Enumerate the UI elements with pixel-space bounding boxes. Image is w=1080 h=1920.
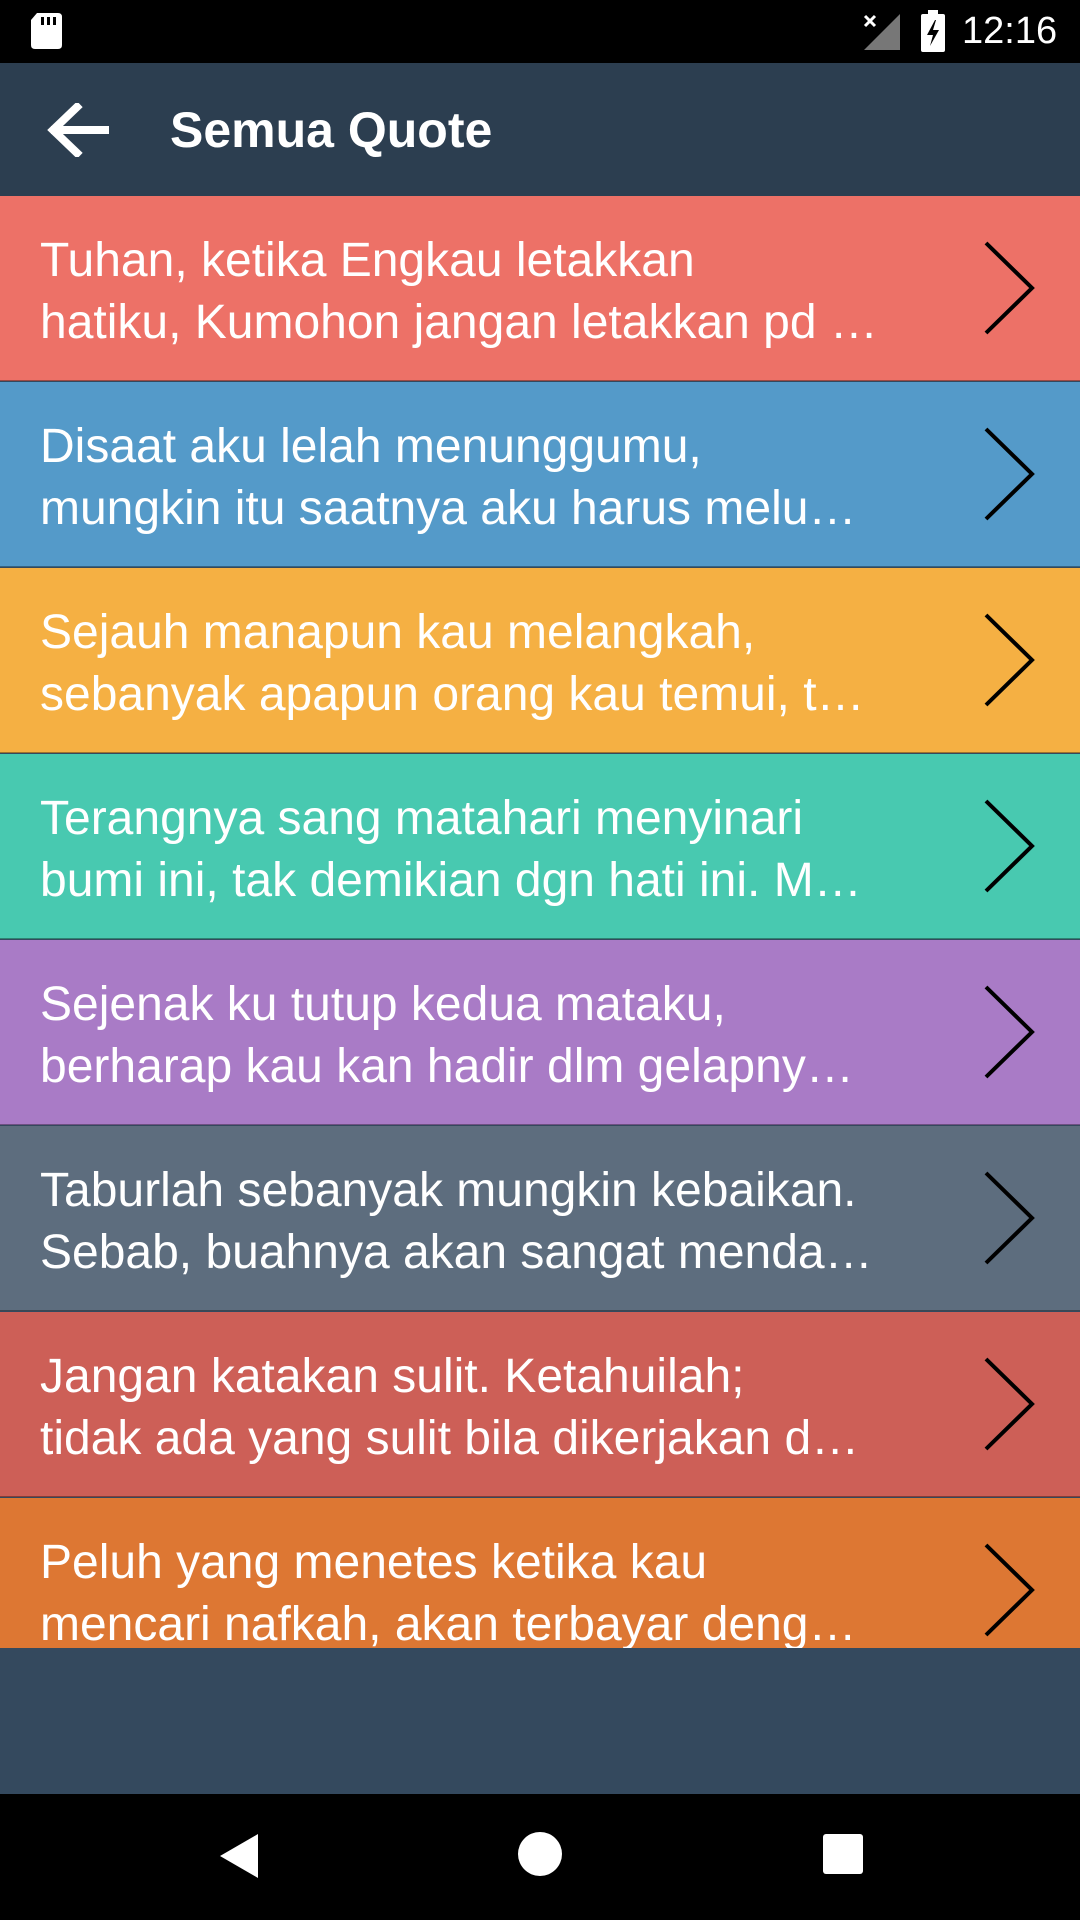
quote-item[interactable]: Peluh yang menetes ketika kau mencari na… xyxy=(0,1498,1080,1648)
quote-list: Tuhan, ketika Engkau letakkan hatiku, Ku… xyxy=(0,196,1080,1648)
quote-line: Jangan katakan sulit. Ketahuilah; xyxy=(40,1350,745,1403)
chevron-right-icon xyxy=(984,1171,1035,1265)
quote-text: Tuhan, ketika Engkau letakkan hatiku, Ku… xyxy=(40,230,940,354)
quote-line: Sebab, buahnya akan sangat menda… xyxy=(40,1226,873,1279)
quote-line: berharap kau kan hadir dlm gelapny… xyxy=(40,1040,854,1093)
status-bar: 12:16 xyxy=(0,0,1080,63)
chevron-right-icon xyxy=(984,427,1035,521)
quote-text: Sejenak ku tutup kedua mataku, berharap … xyxy=(40,974,940,1098)
quote-item[interactable]: Taburlah sebanyak mungkin kebaikan. Seba… xyxy=(0,1126,1080,1311)
arrow-left-icon xyxy=(47,103,109,157)
nav-recent-apps-icon[interactable] xyxy=(823,1834,863,1874)
back-button[interactable] xyxy=(36,88,120,172)
quote-line: Tuhan, ketika Engkau letakkan xyxy=(40,234,695,287)
chevron-right-icon xyxy=(984,241,1035,335)
quote-line: bumi ini, tak demikian dgn hati ini. M… xyxy=(40,854,862,907)
quote-item[interactable]: Sejenak ku tutup kedua mataku, berharap … xyxy=(0,940,1080,1125)
quote-line: tidak ada yang sulit bila dikerjakan d… xyxy=(40,1412,860,1465)
quote-text: Taburlah sebanyak mungkin kebaikan. Seba… xyxy=(40,1160,940,1284)
app-bar: Semua Quote xyxy=(0,63,1080,196)
chevron-right-icon xyxy=(984,799,1035,893)
quote-item[interactable]: Tuhan, ketika Engkau letakkan hatiku, Ku… xyxy=(0,196,1080,381)
quote-text: Sejauh manapun kau melangkah, sebanyak a… xyxy=(40,602,940,726)
quote-text: Peluh yang menetes ketika kau mencari na… xyxy=(40,1532,940,1648)
quote-text: Jangan katakan sulit. Ketahuilah; tidak … xyxy=(40,1346,940,1470)
chevron-right-icon xyxy=(984,985,1035,1079)
quote-line: sebanyak apapun orang kau temui, t… xyxy=(40,668,865,721)
chevron-right-icon xyxy=(984,1543,1035,1637)
quote-item[interactable]: Sejauh manapun kau melangkah, sebanyak a… xyxy=(0,568,1080,753)
navigation-bar xyxy=(0,1794,1080,1920)
quote-line: Peluh yang menetes ketika kau xyxy=(40,1536,708,1589)
quote-item[interactable]: Jangan katakan sulit. Ketahuilah; tidak … xyxy=(0,1312,1080,1497)
quote-line: mungkin itu saatnya aku harus melu… xyxy=(40,482,857,535)
quote-item[interactable]: Terangnya sang matahari menyinari bumi i… xyxy=(0,754,1080,939)
quote-line: Sejenak ku tutup kedua mataku, xyxy=(40,978,726,1031)
quote-line: mencari nafkah, akan terbayar deng… xyxy=(40,1598,857,1648)
quote-item[interactable]: Disaat aku lelah menunggumu, mungkin itu… xyxy=(0,382,1080,567)
quote-line: Disaat aku lelah menunggumu, xyxy=(40,420,702,473)
chevron-right-icon xyxy=(984,613,1035,707)
nav-home-icon[interactable] xyxy=(518,1832,562,1876)
quote-line: Taburlah sebanyak mungkin kebaikan. xyxy=(40,1164,857,1217)
no-signal-icon xyxy=(863,14,900,50)
quote-line: Terangnya sang matahari menyinari xyxy=(40,792,804,845)
quote-text: Disaat aku lelah menunggumu, mungkin itu… xyxy=(40,416,940,540)
page-title: Semua Quote xyxy=(170,102,493,158)
clock: 12:16 xyxy=(962,10,1058,52)
battery-charging-icon xyxy=(921,10,945,52)
quote-line: hatiku, Kumohon jangan letakkan pd … xyxy=(40,296,878,349)
quote-line: Sejauh manapun kau melangkah, xyxy=(40,606,756,659)
quote-text: Terangnya sang matahari menyinari bumi i… xyxy=(40,788,940,912)
chevron-right-icon xyxy=(984,1357,1035,1451)
nav-back-icon[interactable] xyxy=(214,1830,266,1882)
sd-card-icon xyxy=(31,13,62,49)
